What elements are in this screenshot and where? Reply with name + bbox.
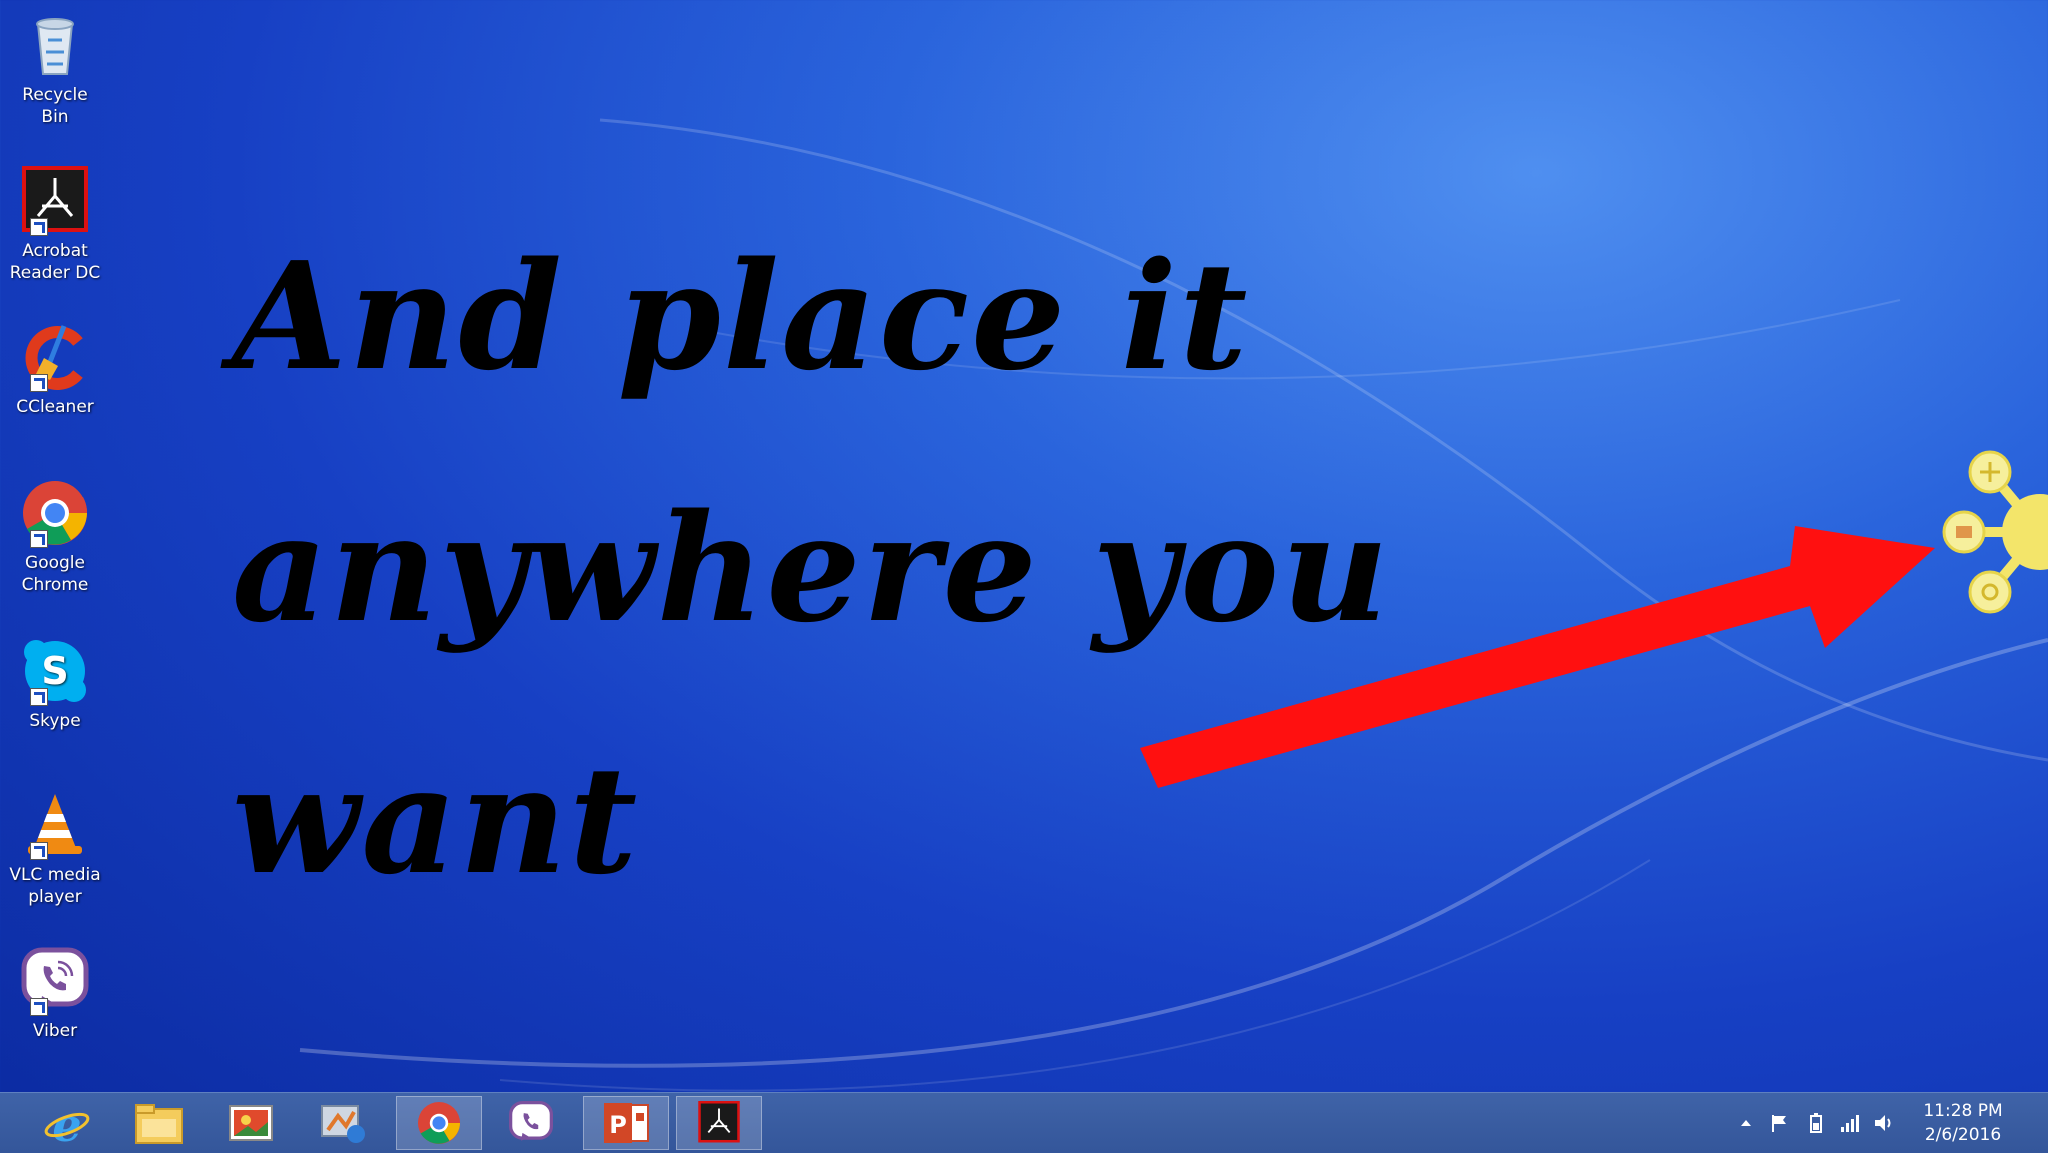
network-signal-icon[interactable] [1838,1111,1862,1135]
taskbar-clock[interactable]: 11:28 PM 2/6/2016 [1908,1099,2018,1147]
battery-icon[interactable] [1804,1111,1828,1135]
taskbar-button-acrobat[interactable] [676,1096,762,1150]
taskbar-button-powerpoint[interactable]: P [583,1096,669,1150]
clock-date: 2/6/2016 [1924,1125,2002,1145]
svg-text:e: e [52,1099,81,1147]
volume-speaker-icon[interactable] [1872,1111,1896,1135]
desktop-gadget[interactable] [1930,448,2048,628]
internet-explorer-icon: e [44,1099,90,1147]
file-explorer-icon [135,1104,183,1144]
acrobat-icon [698,1101,740,1143]
show-hidden-icons-chevron-icon[interactable] [1734,1111,1758,1135]
media-center-icon [321,1105,365,1143]
taskbar: e P 11:28 PM 2/6/2016 [0,1092,2048,1153]
taskbar-button-chrome[interactable] [396,1096,482,1150]
photos-icon [229,1105,273,1141]
system-tray: 11:28 PM 2/6/2016 [1728,1093,2048,1153]
red-arrow-annotation [1140,526,1935,788]
svg-text:P: P [609,1111,627,1139]
clock-time: 11:28 PM [1923,1101,2003,1121]
chrome-icon [417,1101,461,1145]
viber-icon [508,1100,554,1141]
taskbar-button-file-explorer[interactable] [116,1096,202,1150]
taskbar-button-media-center[interactable] [300,1096,386,1150]
taskbar-button-photos[interactable] [208,1096,294,1150]
gadget-settings-icon [1968,570,2012,614]
taskbar-button-viber[interactable] [488,1096,574,1150]
powerpoint-icon: P [604,1103,649,1143]
action-center-flag-icon[interactable] [1768,1111,1792,1135]
taskbar-button-internet-explorer[interactable]: e [24,1096,110,1150]
